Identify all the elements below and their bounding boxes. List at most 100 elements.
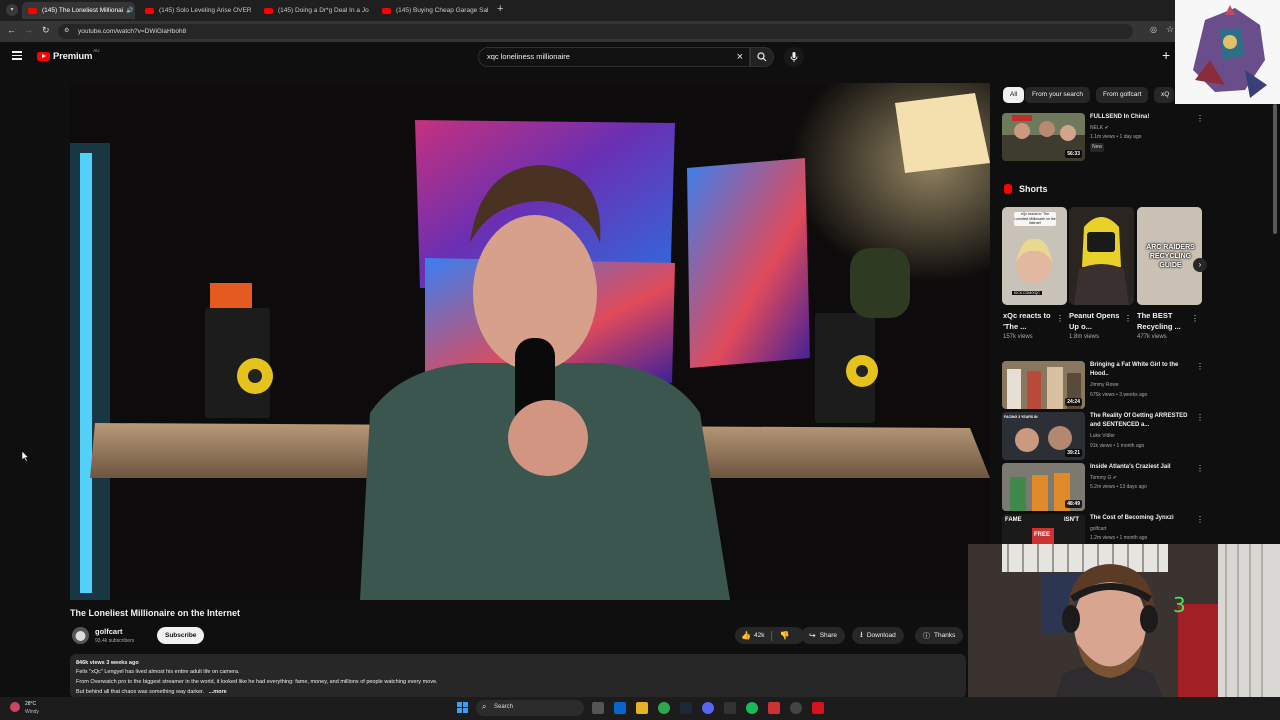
video-thumbnail[interactable]: 56:33 [1002, 113, 1085, 161]
recommended-video[interactable]: 56:33 FULLSEND In China! NELK ✔ 1.1m vie… [1002, 113, 1204, 161]
tab-close-icon[interactable]: × [369, 6, 372, 15]
spotify-icon[interactable] [746, 702, 758, 714]
like-count: 42k [753, 632, 765, 639]
subscribe-button[interactable]: Subscribe [157, 627, 205, 644]
bookmark-star-icon[interactable]: ☆ [1166, 24, 1174, 35]
windows-start-icon[interactable] [457, 702, 468, 713]
browser-tab[interactable]: (145) Doing a Dr*g Deal In a Jo × [258, 2, 372, 19]
channel-name: Luke Vidler [1090, 433, 1115, 439]
browser-tab[interactable]: (145) The Loneliest Millionai 🔊 × [22, 2, 135, 19]
youtube-logo[interactable]: Premium AU [37, 48, 100, 62]
thanks-button[interactable]: ⓘ Thanks [915, 627, 964, 644]
share-label: Share [819, 632, 838, 639]
microphone-icon [790, 52, 798, 62]
description-line: But behind all that chaos was something … [76, 689, 205, 695]
steam-icon[interactable] [680, 702, 692, 714]
hamburger-menu-icon[interactable] [12, 51, 22, 60]
video-meta: 1.1m views • 1 day ago [1090, 134, 1142, 140]
shorts-next-arrow[interactable]: › [1193, 258, 1207, 272]
filter-chip-from-search[interactable]: From your search [1025, 87, 1090, 103]
create-icon[interactable]: + [1162, 47, 1170, 63]
short-thumbnail[interactable] [1069, 207, 1134, 305]
more-actions-icon[interactable]: ⋮ [1056, 314, 1064, 323]
recommended-video[interactable]: FAME ISN'T FREE The Cost of Becoming Jyn… [1002, 514, 1202, 544]
new-tab-button[interactable]: + [497, 3, 503, 15]
filter-chip-all[interactable]: All [1003, 87, 1025, 103]
weather-icon [10, 702, 20, 712]
download-icon: ⭳ [860, 629, 863, 639]
short-title[interactable]: The BEST Recycling ... [1137, 310, 1193, 332]
thanks-label: Thanks [934, 632, 956, 639]
app-icon[interactable] [768, 702, 780, 714]
search-input[interactable]: xqc loneliness millionaire × [478, 47, 750, 67]
dislike-button[interactable]: 👎 [779, 631, 789, 640]
recommended-video[interactable]: FACING 3 YEARS IN 39:21 The Reality Of G… [1002, 412, 1204, 460]
app-icon[interactable] [724, 702, 736, 714]
url-text: youtube.com/watch?v=DWiGlaHboh8 [78, 28, 187, 35]
more-actions-icon[interactable]: ⋮ [1196, 516, 1202, 524]
channel-line: Tommy G ✔ [1090, 474, 1117, 483]
description-line: Felix "xQc" Lengyel has lived almost his… [76, 669, 240, 675]
channel-avatar[interactable] [72, 627, 89, 644]
like-button[interactable]: 👍 42k [741, 631, 764, 640]
recommended-video[interactable]: 48:49 Inside Atlanta's Craziest Jail Tom… [1002, 463, 1204, 511]
back-icon[interactable]: ← [7, 25, 16, 35]
task-view-icon[interactable] [592, 702, 604, 714]
filter-chip-xqc[interactable]: xQ [1154, 87, 1174, 103]
tab-close-icon[interactable]: × [489, 6, 490, 15]
tab-close-icon[interactable]: × [134, 6, 135, 15]
outlook-icon[interactable] [614, 702, 626, 714]
short-thumbnail[interactable]: xQc reacts to 'The Loneliest Millionaire… [1002, 207, 1067, 305]
more-actions-icon[interactable]: ⋮ [1196, 465, 1204, 473]
forward-icon[interactable]: → [24, 25, 33, 35]
tab-label: (145) Solo Leveling Arise OVER [159, 7, 252, 14]
subscriber-count: 93.4k subscribers [95, 638, 135, 644]
search-button[interactable] [750, 47, 774, 67]
description-box[interactable]: 846k views 3 weeks ago Felix "xQc" Lengy… [70, 654, 966, 698]
tab-close-icon[interactable]: × [252, 6, 254, 15]
hide-icon[interactable]: ◎ [1150, 25, 1157, 34]
browser-tab[interactable]: (145) Buying Cheap Garage Sal × [376, 2, 490, 19]
browser-menu-icon[interactable]: ▾ [6, 4, 18, 16]
region-label: AU [93, 48, 100, 53]
download-button[interactable]: ⭳ Download [852, 627, 904, 644]
channel-name[interactable]: golfcart [95, 627, 123, 636]
address-bar[interactable]: ⚙ youtube.com/watch?v=DWiGlaHboh8 [58, 24, 1133, 39]
chrome-icon[interactable] [658, 702, 670, 714]
more-actions-icon[interactable]: ⋮ [1191, 314, 1199, 323]
description-line: From Overwatch pro to the biggest stream… [76, 679, 438, 685]
video-thumbnail[interactable]: FAME ISN'T FREE [1002, 514, 1085, 544]
app-icon[interactable] [812, 702, 824, 714]
video-thumbnail[interactable]: FACING 3 YEARS IN 39:21 [1002, 412, 1085, 460]
video-player[interactable] [70, 83, 990, 600]
video-thumbnail[interactable]: 48:49 [1002, 463, 1085, 511]
video-duration: 48:49 [1065, 500, 1082, 508]
clear-search-icon[interactable]: × [737, 48, 743, 66]
taskbar-search[interactable]: ⌕ Search [476, 700, 584, 716]
share-button[interactable]: ↪ Share [801, 627, 846, 644]
video-title: The Cost of Becoming Jynxzi [1090, 515, 1174, 521]
video-thumbnail[interactable]: 24:24 [1002, 361, 1085, 409]
more-actions-icon[interactable]: ⋮ [1196, 414, 1204, 422]
discord-icon[interactable] [702, 702, 714, 714]
more-actions-icon[interactable]: ⋮ [1124, 314, 1132, 323]
voice-search-button[interactable] [784, 47, 804, 67]
shorts-title: Shorts [1019, 184, 1048, 194]
obs-icon[interactable] [790, 702, 802, 714]
short-thumbnail[interactable]: ARC RAIDERS RECYCLING GUIDE [1137, 207, 1202, 305]
youtube-play-icon [37, 52, 50, 61]
youtube-favicon-icon [264, 7, 273, 14]
site-info-icon[interactable]: ⚙ [64, 24, 69, 39]
recommended-video[interactable]: 24:24 Bringing a Fat White Girl to the H… [1002, 361, 1204, 409]
show-more-link[interactable]: ...more [209, 689, 227, 695]
short-title[interactable]: xQc reacts to 'The ... [1003, 310, 1059, 332]
file-explorer-icon[interactable] [636, 702, 648, 714]
more-actions-icon[interactable]: ⋮ [1196, 363, 1204, 371]
more-actions-icon[interactable]: ⋮ [1196, 115, 1204, 123]
short-title[interactable]: Peanut Opens Up o... [1069, 310, 1125, 332]
reload-icon[interactable]: ↻ [42, 25, 50, 36]
thanks-icon: ⓘ [923, 632, 930, 640]
filter-chip-from-channel[interactable]: From golfcart [1096, 87, 1149, 103]
page-scrollbar[interactable] [1273, 104, 1277, 234]
browser-tab[interactable]: (145) Solo Leveling Arise OVER × [139, 2, 253, 19]
